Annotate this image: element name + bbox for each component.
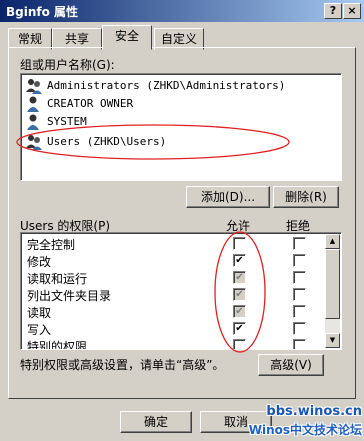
permissions-scrollbar[interactable]: ▲ ▼ [325,234,340,348]
deny-checkbox[interactable] [293,271,306,284]
add-button[interactable]: 添加(D)... [186,186,270,208]
ok-button[interactable]: 确定 [120,411,192,433]
list-item[interactable]: CREATOR OWNER [25,95,315,113]
permissions-list[interactable]: 完全控制 修改 ✔ 读取和运行 ✔ 列出文件夹目录 ✔ 读取 ✔ 写入 ✔ 特别… [20,232,342,350]
close-button[interactable]: × [343,3,361,19]
table-row: 列出文件夹目录 ✔ [25,286,341,303]
table-row: 读取和运行 ✔ [25,269,341,286]
help-button[interactable]: ? [324,3,342,19]
tab-security[interactable]: 安全 [102,25,152,50]
advanced-hint: 特别权限或高级设置，请单击“高级”。 [20,358,225,372]
scroll-down-icon[interactable]: ▼ [325,333,340,348]
deny-checkbox[interactable] [293,254,306,267]
deny-checkbox[interactable] [293,237,306,250]
permission-name: 特别的权限 [27,340,88,350]
table-row: 修改 ✔ [25,252,341,269]
annotation-ellipse [16,124,290,160]
permission-name: 列出文件夹目录 [27,289,112,303]
watermark-forum: Winos中文技术论坛 [248,423,362,437]
remove-button[interactable]: 删除(R) [273,186,339,208]
user-name: CREATOR OWNER [47,97,134,110]
permission-name: 读取 [27,306,52,320]
deny-checkbox[interactable] [293,339,306,349]
title-bar[interactable]: Bginfo 属性 ? × [0,0,364,22]
permission-name: 写入 [27,323,52,337]
table-row: 读取 ✔ [25,303,341,320]
deny-checkbox[interactable] [293,288,306,301]
permission-name: 完全控制 [27,238,76,252]
list-item[interactable]: Administrators (ZHKD\Administrators) [25,77,315,95]
user-name: Administrators (ZHKD\Administrators) [47,79,286,92]
scroll-thumb[interactable] [325,249,340,319]
window-title: Bginfo 属性 [6,5,79,19]
permission-name: 读取和运行 [27,272,88,286]
table-row: 写入 ✔ [25,320,341,337]
deny-checkbox[interactable] [293,305,306,318]
users-icon [26,79,42,94]
watermark-url: bbs.winos.cn [266,404,362,419]
table-row: 完全控制 [25,235,341,252]
permission-name: 修改 [27,255,52,269]
table-row: 特别的权限 [25,337,341,350]
users-group-label: 组或用户名称(G): [20,58,115,72]
annotation-ellipse [214,231,266,353]
advanced-button[interactable]: 高级(V) [258,354,324,376]
scroll-up-icon[interactable]: ▲ [325,234,340,249]
deny-checkbox[interactable] [293,322,306,335]
user-icon [27,96,39,112]
